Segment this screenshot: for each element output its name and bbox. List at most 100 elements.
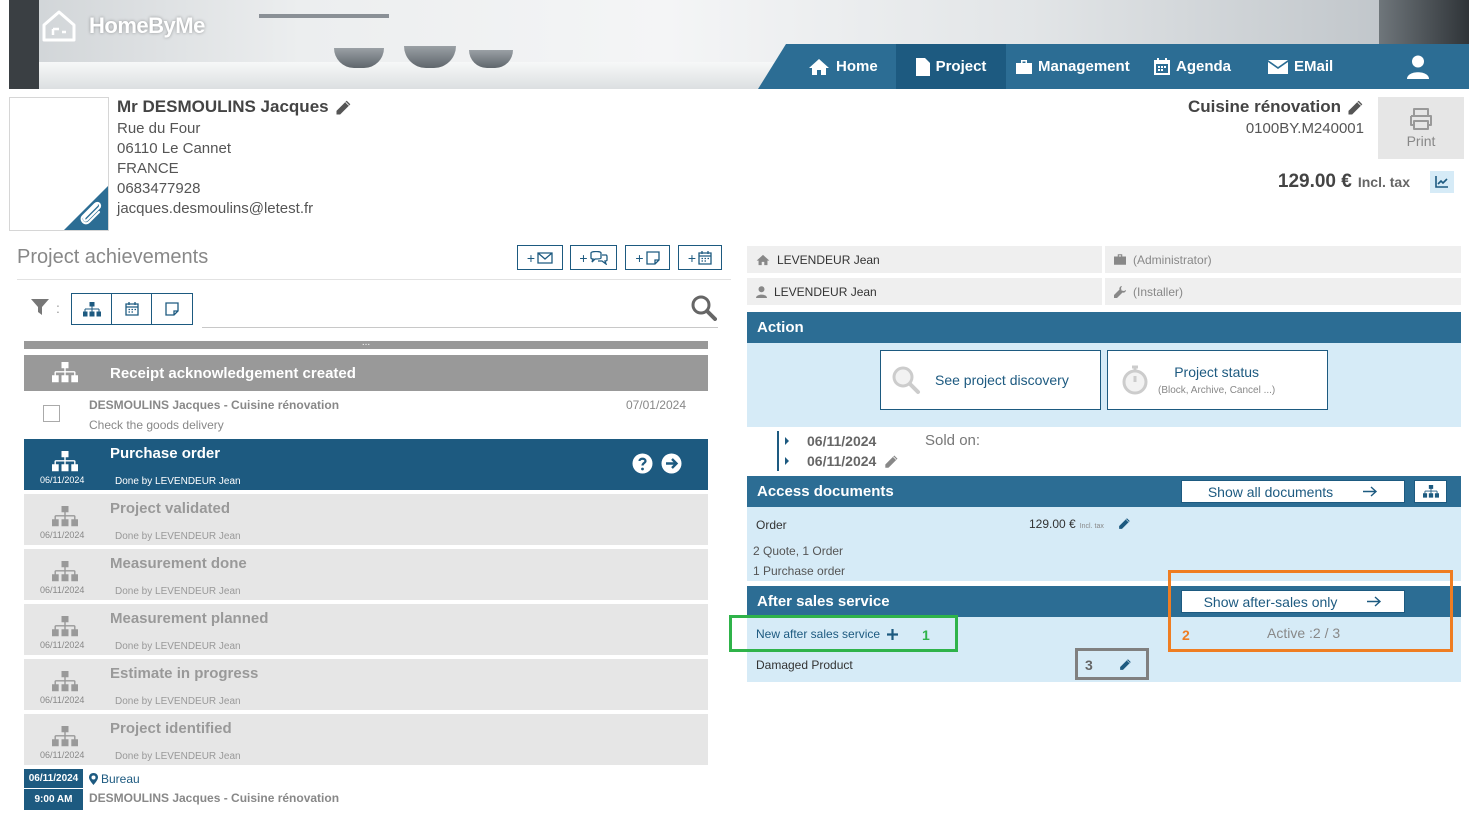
nav-agenda-label: Agenda [1176,58,1232,75]
add-plus: + [526,249,536,266]
search-icon[interactable] [691,295,717,321]
show-all-documents-button[interactable]: Show all documents [1181,480,1405,503]
user-icon [756,285,767,298]
step-done-by: Done by LEVENDEUR Jean [115,696,241,707]
administrator-role-cell: (Administrator) [1105,246,1461,273]
pencil-icon[interactable] [335,98,352,116]
achievement-step[interactable]: 06/11/2024 Project identified Done by LEVE… [24,714,708,765]
client-email[interactable]: jacques.desmoulins@letest.fr [117,200,352,217]
briefcase-icon [1016,59,1032,74]
nav-home[interactable]: Home [798,44,896,89]
home-icon [756,254,770,265]
stopwatch-icon [1122,365,1148,395]
sitemap-icon [52,671,78,692]
arrow-right-icon [1363,486,1378,497]
step-title: Receipt acknowledgement created [110,365,356,382]
documents-tree-button[interactable] [1414,480,1447,503]
achievement-step[interactable]: 06/11/2024 Measurement done Done by LEVEND… [24,549,708,600]
annotation-box-2 [1168,570,1453,652]
search-input[interactable] [202,327,718,328]
appointment-place-label: Bureau [101,772,140,786]
achievements-title: Project achievements [17,246,209,268]
installer-name: LEVENDEUR Jean [774,284,877,299]
second-date: 06/11/2024 [807,453,877,469]
add-plus: + [635,249,644,266]
arrow-circle-right-icon[interactable] [661,453,682,474]
nav-email[interactable]: EMail [1258,44,1388,89]
step-title: Measurement done [110,555,247,572]
annotation-number-1: 1 [922,627,930,643]
project-name: Cuisine rénovation [1187,97,1341,116]
step-done-by: Done by LEVENDEUR Jean [115,751,241,762]
appointment-date: 06/11/2024 [24,769,83,789]
document-icon [915,57,930,76]
sold-on-label: Sold on: [925,432,981,449]
step-receipt-acknowledgement[interactable]: Receipt acknowledgement created [24,355,708,391]
add-appointment-button[interactable]: + [678,245,722,270]
timeline-expand-bar[interactable]: ... [24,338,708,349]
client-street: Rue du Four [117,120,201,137]
print-button[interactable]: Print [1378,97,1464,159]
app-logo-text: HomeByMe [89,13,205,38]
see-project-discovery-button[interactable]: See project discovery [880,350,1101,410]
appointment-item[interactable]: 06/11/2024 9:00 AM Bureau DESMOULINS Jac… [24,769,708,810]
nav-agenda[interactable]: Agenda [1144,44,1258,89]
filter-icon[interactable] [31,299,49,316]
help-icon[interactable] [632,453,653,474]
step-title: Purchase order [110,445,221,462]
order-document-link[interactable]: Order [756,518,787,532]
achievement-step[interactable]: 06/11/2024 Project validated Done by LEVEN… [24,494,708,545]
order-price: 129.00 € Incl. tax [1029,517,1104,531]
step-actions [632,453,682,474]
seller-cell[interactable]: LEVENDEUR Jean [747,246,1102,273]
client-photo[interactable] [9,97,109,231]
filter-notes-button[interactable] [152,294,192,324]
magnifier-icon [892,366,920,394]
sitemap-icon [52,451,78,472]
project-dates: 06/11/2024 06/11/2024 [777,431,899,471]
task-checkbox[interactable] [43,405,60,422]
appointment-place: Bureau [89,772,140,786]
add-note-button[interactable]: + [625,245,670,270]
add-comment-button[interactable]: + [570,245,617,270]
pencil-icon[interactable] [1347,98,1364,116]
date-line-second: 06/11/2024 [785,453,899,469]
add-plus: + [687,249,697,266]
envelope-icon [537,251,553,264]
price-chart-button[interactable] [1430,171,1454,193]
after-sales-item-damaged-product[interactable]: Damaged Product [756,658,853,672]
filter-button-group [71,293,193,325]
nav-user-profile[interactable] [1388,44,1448,89]
step-date: 06/11/2024 [40,585,85,595]
filter-appointments-button[interactable] [112,294,152,324]
nav-management[interactable]: Management [1006,44,1144,89]
order-price-amount: 129.00 € [1029,517,1076,531]
home-icon [809,58,829,75]
calendar-icon [698,250,712,265]
briefcase-icon [1114,254,1126,265]
project-reference: 0100BY.M240001 [1245,120,1364,137]
banner-oven [9,0,39,89]
achievement-step[interactable]: 06/11/2024 Measurement planned Done by LEV… [24,604,708,655]
installer-role: (Installer) [1133,284,1184,299]
pencil-icon[interactable] [884,453,899,469]
project-price-amount: 129.00 € [1277,171,1352,192]
filter-steps-button[interactable] [72,294,112,324]
nav-management-label: Management [1038,58,1130,75]
app-logo[interactable]: HomeByMe [41,8,205,44]
client-name: Mr DESMOULINS Jacques [117,97,329,116]
documents-summary-purchase: 1 Purchase order [753,564,846,578]
nav-project-label: Project [935,58,987,75]
achievement-step[interactable]: 06/11/2024 Estimate in progress Done by LE… [24,659,708,710]
project-status-button[interactable]: Project status (Block, Archive, Cancel .… [1107,350,1328,410]
paperclip-icon[interactable] [77,199,105,227]
add-email-button[interactable]: + [517,245,563,270]
pencil-icon[interactable] [1118,517,1131,530]
nav-project[interactable]: Project [896,44,1006,89]
achievements-divider [17,279,731,280]
installer-cell[interactable]: LEVENDEUR Jean [747,278,1102,305]
achievement-step[interactable]: 06/11/2024 Purchase order Done by LEVENDEU… [24,439,708,490]
annotation-number-2: 2 [1182,627,1190,643]
caret-right-icon [785,457,789,465]
comments-icon [589,250,608,265]
